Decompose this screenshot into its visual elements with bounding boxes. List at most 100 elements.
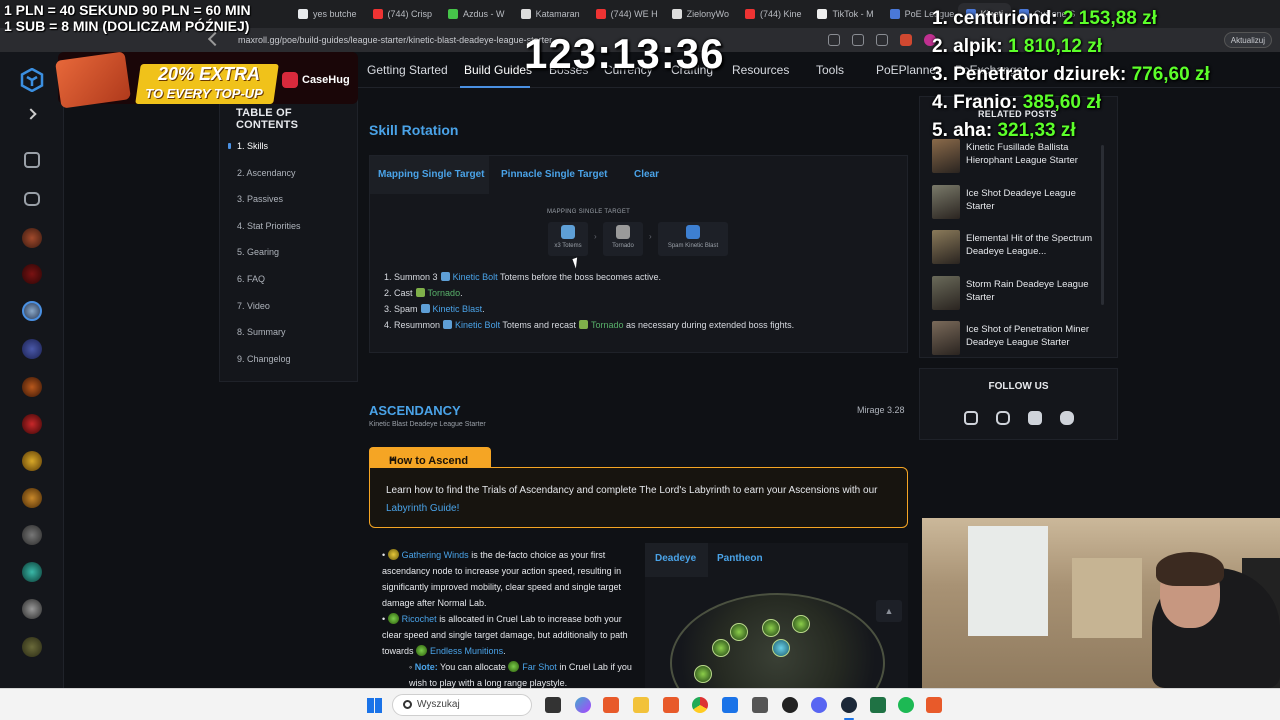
share-icon[interactable] [876, 34, 888, 46]
leaderboard-rank: 3. [932, 64, 954, 85]
chrome-icon[interactable] [692, 697, 708, 713]
calculator-icon[interactable] [752, 697, 768, 713]
related-post-title: Ice Shot Deadeye League Starter [966, 187, 1076, 212]
step-text: . [460, 288, 463, 298]
bullet-text: You can allocate [440, 662, 506, 672]
d4-alt-game-icon[interactable] [22, 525, 42, 545]
back-icon[interactable] [207, 31, 223, 47]
file-explorer-icon[interactable] [633, 697, 649, 713]
maxroll-logo-icon[interactable] [20, 68, 44, 92]
toc-item[interactable]: 4. Stat Priorities [237, 221, 301, 231]
toc-item[interactable]: 5. Gearing [237, 247, 279, 257]
controller-icon[interactable] [24, 192, 40, 206]
tab-clear[interactable]: Clear [634, 169, 659, 180]
translate-icon[interactable] [828, 34, 840, 46]
skill-link[interactable]: Kinetic Blast [433, 304, 483, 314]
skill-link[interactable]: Tornado [591, 320, 624, 330]
toc-item[interactable]: 9. Changelog [237, 354, 291, 364]
update-button[interactable]: Aktualizuj [1223, 32, 1272, 48]
league-version: Mirage 3.28 [857, 405, 905, 415]
misc-game-icon[interactable] [22, 637, 42, 657]
excel-icon[interactable] [870, 697, 886, 713]
last-epoch-game-icon[interactable] [22, 339, 42, 359]
skill-rotation-panel: Mapping Single Target Pinnacle Single Ta… [369, 155, 908, 353]
gathering-winds-link[interactable]: Gathering Winds [402, 550, 469, 560]
discord-icon[interactable] [1060, 411, 1074, 425]
toc-item[interactable]: 6. FAQ [237, 274, 265, 284]
scroll-to-top-button[interactable]: ▲ [876, 600, 902, 622]
labyrinth-guide-link[interactable]: Labyrinth Guide! [386, 503, 459, 514]
nav-item-tools[interactable]: Tools [816, 63, 844, 77]
browser-tab[interactable]: Azdus - W [440, 3, 513, 25]
related-post[interactable]: Ice Shot of Penetration Miner Deadeye Le… [932, 321, 1112, 355]
browser-tab[interactable]: (744) Crisp [365, 3, 441, 25]
toc-item[interactable]: 3. Passives [237, 194, 283, 204]
brave-icon-3[interactable] [926, 697, 942, 713]
tarisland-game-icon[interactable] [22, 562, 42, 582]
reader-icon[interactable] [852, 34, 864, 46]
endless-munitions-link[interactable]: Endless Munitions [430, 646, 503, 656]
bullet-post: . [503, 646, 506, 656]
skill-gem-icon [420, 304, 430, 313]
diablo4-game-icon[interactable] [22, 264, 42, 284]
browser-tab[interactable]: Katamaran [513, 3, 588, 25]
sequence-caption: Spam Kinetic Blast [667, 243, 719, 249]
brave-shield-icon[interactable] [900, 34, 912, 46]
lost-ark-game-icon[interactable] [22, 488, 42, 508]
task-view-icon[interactable] [545, 697, 561, 713]
wow-game-icon[interactable] [22, 451, 42, 471]
toc-item[interactable]: 2. Ascendancy [237, 168, 296, 178]
related-post[interactable]: Storm Rain Deadeye League Starter [932, 275, 1112, 310]
nav-item-build-guides[interactable]: Build Guides [464, 63, 532, 77]
browser-tab[interactable]: TikTok - M [809, 3, 881, 25]
brave-icon-2[interactable] [663, 697, 679, 713]
diablo-immortal-game-icon[interactable] [22, 414, 42, 434]
nav-item-resources[interactable]: Resources [732, 63, 789, 77]
tlh-game-icon[interactable] [22, 599, 42, 619]
nav-item-poeplanner[interactable]: PoEPlanner [876, 63, 940, 77]
kinetic-bolt-icon [561, 225, 575, 239]
sequence-label: MAPPING SINGLE TARGET [547, 209, 631, 215]
poe2-game-icon[interactable] [22, 228, 42, 248]
browser-tab[interactable]: (744) WE H [588, 3, 664, 25]
tab-mapping-single-target[interactable]: Mapping Single Target [378, 169, 484, 180]
home-icon[interactable] [24, 152, 40, 168]
skill-link[interactable]: Kinetic Bolt [455, 320, 500, 330]
poe-game-icon[interactable] [22, 301, 42, 321]
diablo3-game-icon[interactable] [22, 377, 42, 397]
windows-start-icon[interactable] [367, 698, 382, 713]
browser-tab[interactable]: yes butche [290, 3, 365, 25]
ricochet-link[interactable]: Ricochet [402, 614, 437, 624]
skill-gem-icon [443, 320, 453, 329]
copilot-icon[interactable] [575, 697, 591, 713]
webcam-shelf [1072, 558, 1142, 638]
browser-tab[interactable]: (744) Kine [737, 3, 810, 25]
tab-pinnacle-single-target[interactable]: Pinnacle Single Target [501, 169, 608, 180]
spotify-icon[interactable] [898, 697, 914, 713]
browser-tab[interactable]: ZielonyWo [664, 3, 737, 25]
toc-item[interactable]: 8. Summary [237, 327, 286, 337]
nav-item-getting-started[interactable]: Getting Started [367, 63, 448, 77]
obs-icon[interactable] [782, 697, 798, 713]
tab-deadeye[interactable]: Deadeye [655, 553, 696, 564]
toc-item[interactable]: 1. Skills [237, 141, 268, 151]
twitch-icon[interactable] [964, 411, 978, 425]
expand-rail-icon[interactable] [25, 108, 37, 120]
leaderboard-rank: 2. [932, 36, 954, 57]
toc-item[interactable]: 7. Video [237, 301, 270, 311]
related-post[interactable]: Ice Shot Deadeye League Starter [932, 184, 1112, 219]
brave-icon[interactable] [603, 697, 619, 713]
skill-link[interactable]: Kinetic Bolt [453, 272, 498, 282]
discord-taskbar-icon[interactable] [811, 697, 827, 713]
skill-link[interactable]: Tornado [428, 288, 461, 298]
rotation-step: 3. Spam Kinetic Blast. [384, 304, 485, 314]
steam-icon[interactable] [841, 697, 857, 713]
youtube-icon[interactable] [1028, 411, 1042, 425]
tab-pantheon[interactable]: Pantheon [717, 553, 763, 564]
related-post[interactable]: Elemental Hit of the Spectrum Deadeye Le… [932, 230, 1112, 264]
instagram-icon[interactable] [996, 411, 1010, 425]
related-post[interactable]: Kinetic Fusillade Ballista Hierophant Le… [932, 139, 1112, 173]
store-icon[interactable] [722, 697, 738, 713]
far-shot-link[interactable]: Far Shot [522, 662, 557, 672]
taskbar-search[interactable]: Wyszukaj [392, 694, 532, 716]
